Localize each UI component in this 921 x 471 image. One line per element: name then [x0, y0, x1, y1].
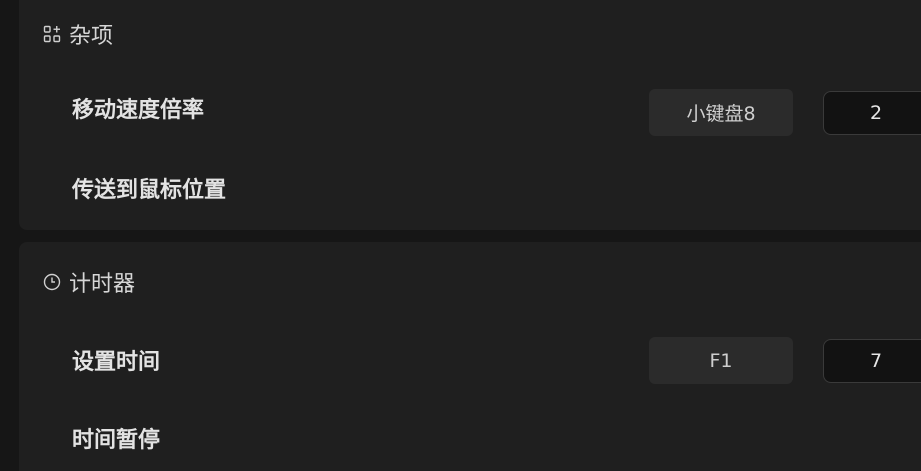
- section-title: 计时器: [69, 272, 136, 297]
- section-title: 杂项: [69, 24, 114, 49]
- row-teleport-label: 传送到鼠标位置: [72, 178, 227, 203]
- set-time-hotkey-button[interactable]: F1: [649, 337, 793, 384]
- clock-icon: [43, 273, 61, 291]
- misc-section-header: 杂项: [43, 18, 113, 50]
- move-speed-value-input[interactable]: 2: [823, 91, 921, 135]
- row-set-time-label: 设置时间: [72, 350, 161, 375]
- settings-page: 杂项 移动速度倍率 小键盘8 2 传送到鼠标位置 计时器 设置时间 F1 7 时…: [0, 0, 921, 471]
- move-speed-hotkey-button[interactable]: 小键盘8: [649, 89, 793, 136]
- row-move-speed-label: 移动速度倍率: [72, 98, 205, 123]
- misc-section-card: 杂项 移动速度倍率 小键盘8 2 传送到鼠标位置: [19, 0, 921, 230]
- apps-add-icon: [43, 25, 61, 43]
- row-pause-time-label: 时间暂停: [72, 428, 161, 453]
- timer-section-card: 计时器 设置时间 F1 7 时间暂停: [19, 242, 921, 471]
- timer-section-header: 计时器: [43, 266, 135, 298]
- set-time-value-input[interactable]: 7: [823, 339, 921, 383]
